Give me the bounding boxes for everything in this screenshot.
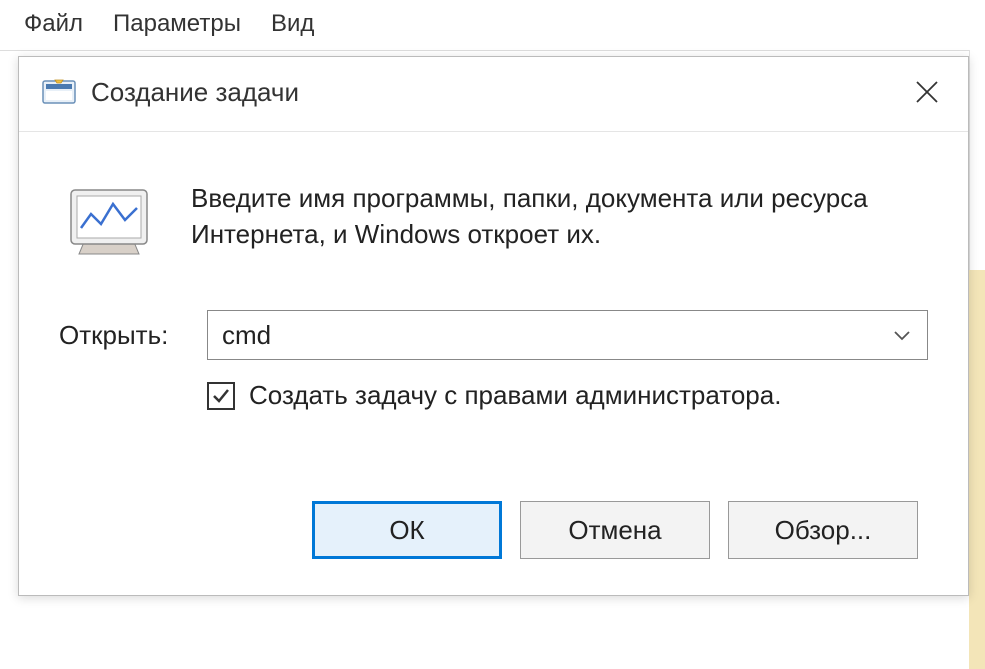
info-text: Введите имя программы, папки, документа … bbox=[191, 180, 928, 253]
menu-file[interactable]: Файл bbox=[24, 10, 83, 38]
open-input-row: Открыть: bbox=[59, 310, 928, 360]
button-row: ОК Отмена Обзор... bbox=[59, 501, 928, 559]
admin-checkbox-label: Создать задачу с правами администратора. bbox=[249, 380, 781, 411]
create-task-dialog: Создание задачи Введите имя программы, п… bbox=[18, 56, 969, 596]
admin-checkbox[interactable] bbox=[207, 382, 235, 410]
titlebar-left: Создание задачи bbox=[41, 77, 299, 108]
chevron-down-icon bbox=[891, 324, 913, 346]
open-input[interactable] bbox=[222, 320, 891, 351]
background-stripe bbox=[969, 50, 985, 270]
browse-button[interactable]: Обзор... bbox=[728, 501, 918, 559]
menu-options[interactable]: Параметры bbox=[113, 10, 241, 38]
close-button[interactable] bbox=[906, 71, 948, 113]
open-combobox[interactable] bbox=[207, 310, 928, 360]
cancel-button[interactable]: Отмена bbox=[520, 501, 710, 559]
ok-button[interactable]: ОК bbox=[312, 501, 502, 559]
dialog-title: Создание задачи bbox=[91, 77, 299, 108]
open-label: Открыть: bbox=[59, 320, 187, 351]
info-row: Введите имя программы, папки, документа … bbox=[59, 180, 928, 262]
monitor-icon bbox=[59, 184, 159, 262]
close-icon bbox=[914, 79, 940, 105]
background-stripe bbox=[969, 270, 985, 669]
menu-view[interactable]: Вид bbox=[271, 10, 314, 38]
dialog-titlebar: Создание задачи bbox=[19, 57, 968, 132]
dialog-content: Введите имя программы, папки, документа … bbox=[19, 132, 968, 595]
menubar: Файл Параметры Вид bbox=[0, 0, 985, 51]
run-icon bbox=[41, 77, 77, 107]
checkmark-icon bbox=[211, 386, 231, 406]
admin-checkbox-row: Создать задачу с правами администратора. bbox=[207, 380, 928, 411]
